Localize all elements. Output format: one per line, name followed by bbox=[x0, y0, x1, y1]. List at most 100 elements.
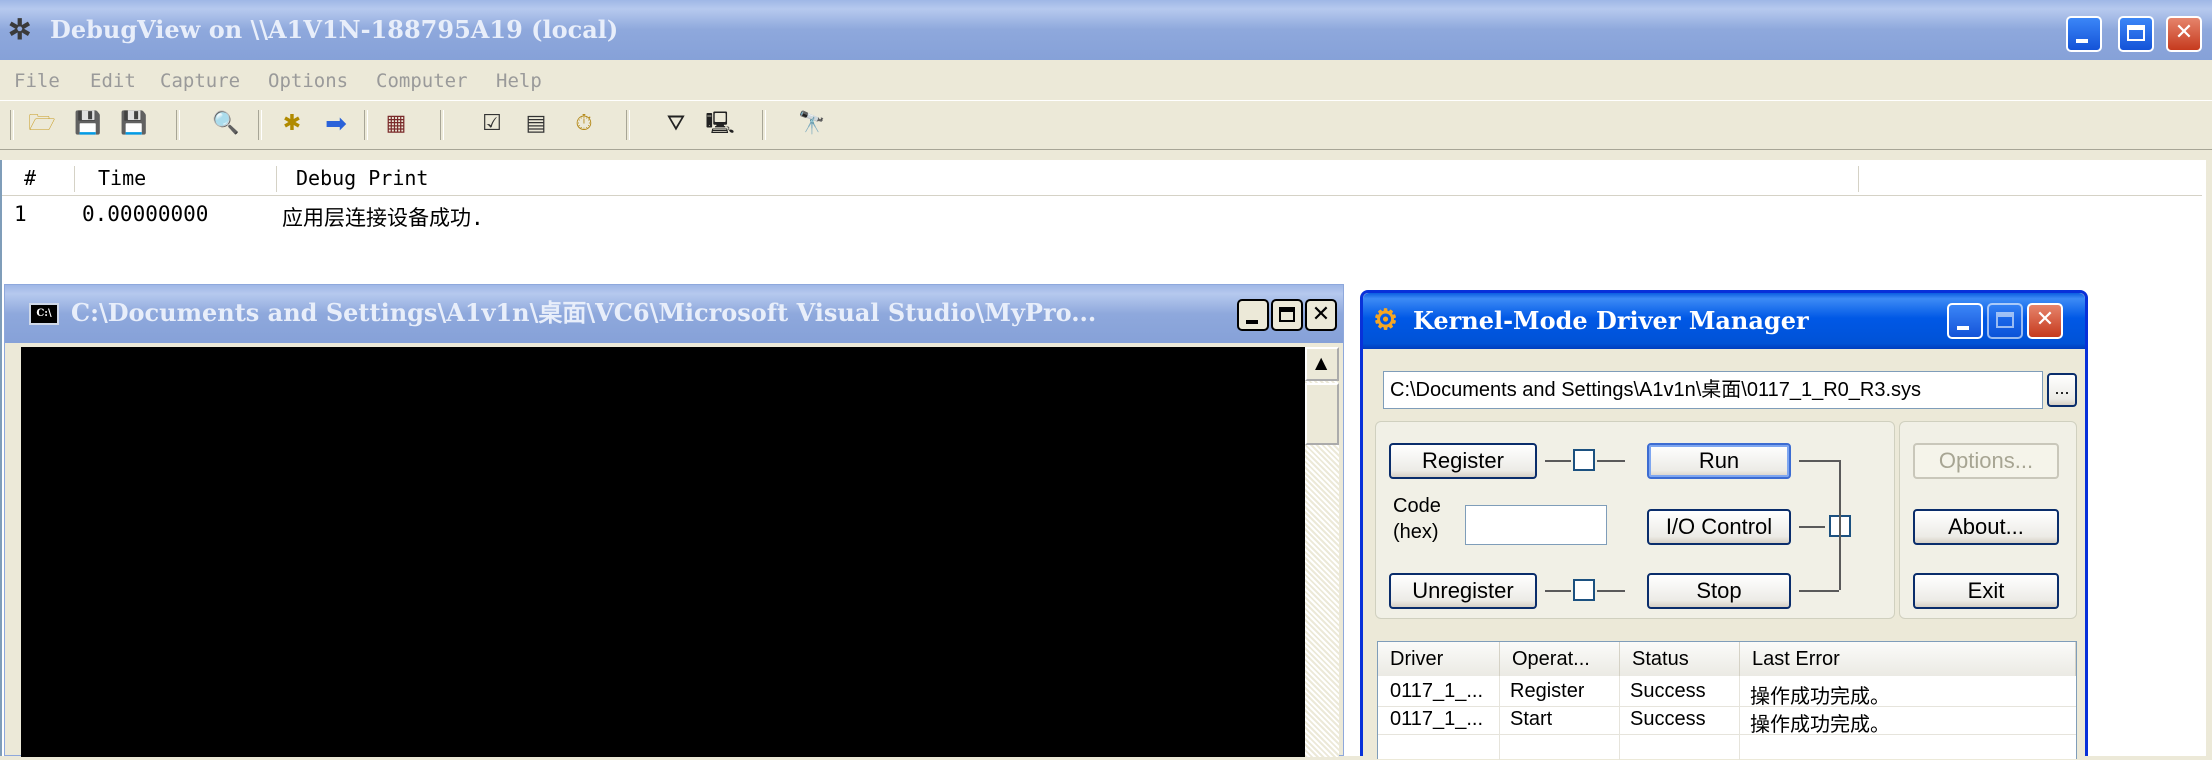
code-label: Code bbox=[1393, 495, 1441, 517]
console-title-bar[interactable]: C:\ C:\Documents and Settings\A1v1n\桌面\V… bbox=[5, 285, 1343, 343]
find-icon[interactable]: 🔭 bbox=[796, 108, 828, 140]
col-header-last-error[interactable]: Last Error bbox=[1740, 642, 2076, 676]
scroll-up-button[interactable]: ▲ bbox=[1305, 347, 1339, 381]
register-status-box bbox=[1573, 449, 1595, 471]
kmdm-close-button[interactable]: ✕ bbox=[2027, 303, 2063, 339]
kmdm-app-icon: ⚙ bbox=[1373, 303, 1399, 336]
options-button[interactable]: Options... bbox=[1913, 443, 2059, 479]
grid-line bbox=[1378, 706, 2076, 707]
console-close-button[interactable]: ✕ bbox=[1305, 299, 1337, 331]
col-header-num[interactable]: # bbox=[24, 166, 36, 190]
row-last-error: 操作成功完成。 bbox=[1750, 686, 1890, 708]
menu-capture[interactable]: Capture bbox=[160, 64, 240, 98]
col-header-debug-print[interactable]: Debug Print bbox=[296, 166, 428, 190]
table-row[interactable]: 0117_1_... Register Success 操作成功完成。 bbox=[1378, 678, 2076, 708]
about-button[interactable]: About... bbox=[1913, 509, 2059, 545]
unregister-button[interactable]: Unregister bbox=[1389, 573, 1537, 609]
capture-kernel-icon[interactable]: ✱ bbox=[276, 108, 308, 140]
col-divider bbox=[276, 166, 277, 192]
console-maximize-button[interactable] bbox=[1271, 299, 1303, 331]
code-hex-label: (hex) bbox=[1393, 521, 1439, 543]
clear-display-icon[interactable]: ▦ bbox=[380, 108, 412, 140]
row-driver: 0117_1_... bbox=[1390, 708, 1484, 730]
list-header: # Time Debug Print bbox=[2, 162, 2202, 196]
kmdm-title: Kernel-Mode Driver Manager bbox=[1413, 306, 1809, 335]
register-button[interactable]: Register bbox=[1389, 443, 1537, 479]
browse-button[interactable]: ... bbox=[2047, 373, 2077, 407]
stop-button[interactable]: Stop bbox=[1647, 573, 1791, 609]
filter-icon[interactable]: ⛛ bbox=[660, 108, 692, 140]
unregister-status-box bbox=[1573, 579, 1595, 601]
bracket-line bbox=[1799, 590, 1839, 592]
col-header-time[interactable]: Time bbox=[98, 166, 146, 190]
console-minimize-button[interactable] bbox=[1237, 299, 1269, 331]
console-app-icon: C:\ bbox=[29, 303, 59, 325]
run-button[interactable]: Run bbox=[1647, 443, 1791, 479]
kmdm-title-bar[interactable]: ⚙ Kernel-Mode Driver Manager ✕ bbox=[1363, 293, 2085, 349]
register-line bbox=[1597, 460, 1625, 462]
toolbar-separator-5 bbox=[626, 110, 630, 140]
menu-computer[interactable]: Computer bbox=[376, 64, 468, 98]
close-icon: ✕ bbox=[2035, 307, 2055, 332]
maximize-button[interactable] bbox=[2118, 16, 2154, 52]
highlight-icon[interactable]: 🖳 bbox=[704, 108, 736, 140]
toolbar-separator-6 bbox=[762, 110, 766, 140]
clock-time-icon[interactable]: ☑ bbox=[476, 108, 508, 140]
console-scrollbar[interactable]: ▲ bbox=[1305, 347, 1339, 757]
row-driver: 0117_1_... bbox=[1390, 680, 1484, 702]
menu-help[interactable]: Help bbox=[496, 64, 542, 98]
unregister-line bbox=[1545, 590, 1571, 592]
console-window: C:\ C:\Documents and Settings\A1v1n\桌面\V… bbox=[4, 284, 1344, 757]
close-icon: ✕ bbox=[1311, 302, 1331, 327]
io-control-button[interactable]: I/O Control bbox=[1647, 509, 1791, 545]
col-header-status[interactable]: Status bbox=[1620, 642, 1740, 676]
row-last-error: 操作成功完成。 bbox=[1750, 714, 1890, 736]
capture-icon[interactable]: 🔍 bbox=[210, 108, 242, 140]
menu-options[interactable]: Options bbox=[268, 64, 348, 98]
col-header-operation[interactable]: Operat... bbox=[1500, 642, 1620, 676]
pass-through-icon[interactable]: ➡ bbox=[320, 108, 352, 140]
scroll-thumb[interactable] bbox=[1305, 383, 1339, 445]
col-header-driver[interactable]: Driver bbox=[1378, 642, 1500, 676]
debugview-title-bar[interactable]: ✲ DebugView on \\A1V1N-188795A19 (local)… bbox=[0, 0, 2212, 60]
unregister-line bbox=[1597, 590, 1625, 592]
save-icon[interactable]: 💾 bbox=[72, 108, 104, 140]
grid-line bbox=[1378, 734, 2076, 735]
menu-edit[interactable]: Edit bbox=[90, 64, 136, 98]
timer-icon[interactable]: ⏱ bbox=[568, 108, 600, 140]
close-button[interactable]: ✕ bbox=[2166, 16, 2202, 52]
open-icon[interactable]: 🗁 bbox=[26, 108, 58, 140]
menu-file[interactable]: File bbox=[14, 64, 60, 98]
table-row[interactable]: 0117_1_... Start Success 操作成功完成。 bbox=[1378, 706, 2076, 736]
exit-button[interactable]: Exit bbox=[1913, 573, 2059, 609]
row-num: 1 bbox=[14, 202, 27, 226]
table-row[interactable]: 1 0.00000000 应用层连接设备成功. bbox=[2, 200, 2202, 230]
row-operation: Start bbox=[1510, 708, 1553, 730]
bracket-line bbox=[1799, 460, 1839, 462]
toolbar-separator-2 bbox=[258, 110, 262, 140]
col-divider bbox=[1858, 166, 1859, 192]
row-status: Success bbox=[1630, 680, 1706, 702]
row-operation: Register bbox=[1510, 680, 1585, 702]
minimize-button[interactable] bbox=[2066, 16, 2102, 52]
console-output[interactable] bbox=[21, 347, 1305, 757]
row-debug-print: 应用层连接设备成功. bbox=[282, 206, 484, 230]
toolbar-grip bbox=[10, 110, 14, 140]
results-list[interactable]: Driver Operat... Status Last Error 0117_… bbox=[1377, 641, 2077, 760]
row-status: Success bbox=[1630, 708, 1706, 730]
show-milliseconds-icon[interactable]: ▤ bbox=[520, 108, 552, 140]
kmdm-maximize-button[interactable] bbox=[1987, 303, 2023, 339]
arrow-up-icon: ▲ bbox=[1315, 353, 1328, 372]
save-as-icon[interactable]: 💾 bbox=[118, 108, 150, 140]
toolbar-separator-3 bbox=[364, 110, 368, 140]
bug-icon: ✲ bbox=[8, 13, 32, 46]
grid-line bbox=[1619, 676, 1620, 760]
toolbar-separator-1 bbox=[176, 110, 180, 140]
col-divider bbox=[74, 166, 75, 192]
driver-path-input[interactable]: C:\Documents and Settings\A1v1n\桌面\0117_… bbox=[1383, 371, 2043, 409]
bracket-line bbox=[1839, 460, 1841, 590]
menu-bar: File Edit Capture Options Computer Help bbox=[0, 64, 2212, 98]
kmdm-minimize-button[interactable] bbox=[1947, 303, 1983, 339]
console-title: C:\Documents and Settings\A1v1n\桌面\VC6\M… bbox=[71, 298, 1097, 327]
code-hex-input[interactable] bbox=[1465, 505, 1607, 545]
